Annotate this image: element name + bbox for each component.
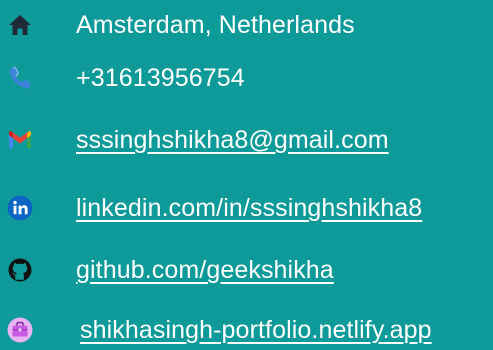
- contact-row-website[interactable]: shikhasingh-portfolio.netlify.app: [0, 310, 493, 350]
- contact-row-phone: +31613956754: [0, 58, 493, 98]
- linkedin-link[interactable]: linkedin.com/in/sssinghshikha8: [76, 193, 422, 223]
- phone-number: +31613956754: [76, 64, 245, 92]
- phone-icon: [9, 66, 31, 89]
- briefcase-icon: [7, 317, 33, 343]
- contact-list: Amsterdam, Netherlands +31613956754 sssi…: [0, 0, 493, 347]
- github-icon: [8, 258, 32, 282]
- home-icon: [9, 15, 31, 35]
- portfolio-link[interactable]: shikhasingh-portfolio.netlify.app: [80, 315, 432, 345]
- contact-row-email[interactable]: sssinghshikha8@gmail.com: [0, 120, 493, 160]
- contact-row-location: Amsterdam, Netherlands: [0, 5, 493, 45]
- email-link[interactable]: sssinghshikha8@gmail.com: [76, 125, 389, 155]
- gmail-icon: [9, 131, 31, 148]
- github-link[interactable]: github.com/geekshikha: [76, 255, 334, 285]
- linkedin-icon: [7, 195, 33, 221]
- location-text: Amsterdam, Netherlands: [76, 11, 355, 39]
- contact-row-linkedin[interactable]: linkedin.com/in/sssinghshikha8: [0, 188, 493, 228]
- contact-row-github[interactable]: github.com/geekshikha: [0, 250, 493, 290]
